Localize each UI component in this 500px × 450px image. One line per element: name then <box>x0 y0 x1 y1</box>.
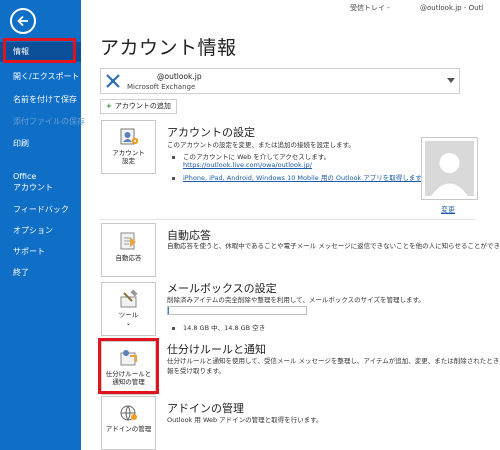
auto-reply-desc: 自動応答を使うと、休暇中であることや電子メール メッセージに返信できないことを他… <box>167 242 500 250</box>
account-settings-tile-label-1: アカウント <box>112 149 145 157</box>
mailbox-usage: 14.8 GB 中、14.8 GB 空き <box>172 322 265 332</box>
nav-office-account-line1[interactable]: Office <box>0 171 81 182</box>
avatar <box>421 137 478 200</box>
mailbox-tools-tile-label: ツール <box>118 311 139 319</box>
account-settings-icon <box>120 128 138 145</box>
nav-save-attachments: 添付ファイルの保存 <box>13 117 85 126</box>
addins-title: アドインの管理 <box>167 402 244 415</box>
change-photo-link[interactable]: 変更 <box>441 205 455 215</box>
chevron-down-icon[interactable] <box>447 78 455 83</box>
account-selector[interactable]: @outlook.jp Microsoft Exchange <box>100 68 460 94</box>
account-settings-button[interactable]: アカウント 設定 <box>101 120 156 174</box>
rules-title: 仕分けルールと通知 <box>167 343 266 356</box>
person-placeholder-icon <box>431 153 468 196</box>
chevron-down-icon: ⌄ <box>125 319 132 327</box>
mailbox-usage-fill <box>168 307 170 314</box>
nav-exit[interactable]: 終了 <box>0 267 81 278</box>
auto-reply-tile-label: 自動応答 <box>115 254 142 262</box>
nav-feedback[interactable]: フィードバック <box>0 204 81 215</box>
account-settings-tile-label-2: 設定 <box>122 157 135 165</box>
exchange-icon <box>106 74 120 88</box>
manage-rules-highlight <box>98 338 159 394</box>
plus-icon: + <box>106 102 112 110</box>
tools-icon <box>120 289 138 308</box>
account-type: Microsoft Exchange <box>127 83 196 91</box>
account-web-link[interactable]: https://outlook.live.com/owa/outlook.jp/ <box>183 161 312 169</box>
add-account-button[interactable]: + アカウントの追加 <box>100 99 177 114</box>
manage-addins-tile-label: アドインの管理 <box>105 425 152 433</box>
nav-print[interactable]: 印刷 <box>0 138 81 149</box>
account-mobile-app-link[interactable]: iPhone, iPad, Android, Windows 10 Mobile… <box>183 174 428 182</box>
nav-options[interactable]: オプション <box>0 225 81 236</box>
section-divider <box>100 219 475 220</box>
account-settings-title: アカウントの設定 <box>167 126 255 139</box>
mailbox-usage-text: 14.8 GB 中、14.8 GB 空き <box>183 324 266 332</box>
nav-save-as[interactable]: 名前を付けて保存 <box>0 94 81 105</box>
manage-addins-button[interactable]: アドインの管理 <box>101 396 156 450</box>
window-title: 受信トレイ - @outlook.jp - Outl <box>350 4 484 12</box>
auto-reply-button[interactable]: 自動応答 <box>101 223 156 277</box>
addins-desc: Outlook 用 Web アドインの管理と取得を行います。 <box>167 416 323 424</box>
nav-office-account-line2[interactable]: アカウント <box>0 182 81 193</box>
account-email: @outlook.jp <box>127 72 202 81</box>
backstage-sidebar: 情報 開く/エクスポート 名前を付けて保存 添付ファイルの保存 印刷 Offic… <box>0 0 85 450</box>
account-web-link-text[interactable]: https://outlook.live.com/owa/outlook.jp/ <box>183 161 312 169</box>
rules-desc-line2: 報を受け取ります。 <box>167 367 225 375</box>
account-mobile-app[interactable]: iPhone, iPad, Android, Windows 10 Mobile… <box>172 172 428 182</box>
account-settings-desc: このアカウントの設定を変更、または追加の接続を設定します。 <box>167 141 355 149</box>
mailbox-title: メールボックスの設定 <box>167 282 277 295</box>
add-account-label: アカウントの追加 <box>114 102 171 110</box>
globe-gear-icon <box>120 405 137 421</box>
nav-open-export[interactable]: 開く/エクスポート <box>0 71 81 82</box>
rules-desc-line1: 仕分けルールと通知を使用して、受信メール メッセージを整理し、アイテムが追加、変… <box>167 357 500 365</box>
nav-info-highlight <box>3 38 76 63</box>
account-web-access: このアカウントに Web を介してアクセスします。 <box>172 151 330 161</box>
nav-support[interactable]: サポート <box>0 246 81 257</box>
mailbox-desc: 削除済みアイテムの完全削除や整理を利用して、メールボックスのサイズを管理します。 <box>167 296 425 304</box>
auto-reply-icon <box>120 232 136 250</box>
account-web-access-text: このアカウントに Web を介してアクセスします。 <box>183 153 331 161</box>
arrow-left-icon <box>17 15 28 27</box>
mailbox-tools-button[interactable]: ツール ⌄ <box>101 282 156 336</box>
page-title: アカウント情報 <box>100 37 237 59</box>
back-button[interactable] <box>10 8 36 34</box>
mailbox-usage-bar <box>167 306 307 315</box>
